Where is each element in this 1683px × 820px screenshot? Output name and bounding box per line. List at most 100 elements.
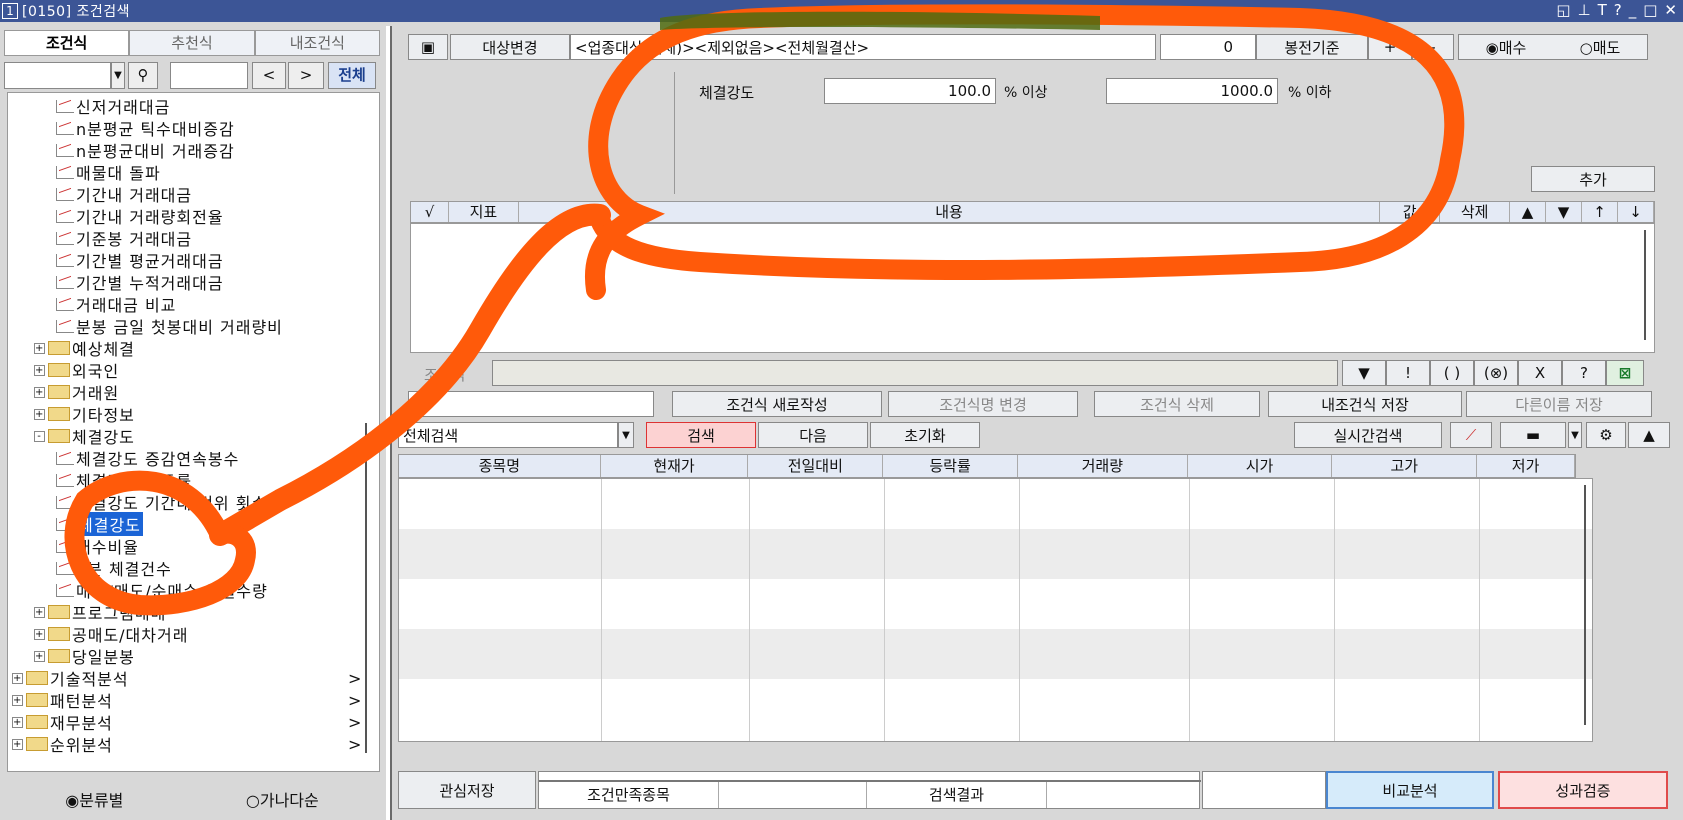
expand-icon[interactable]: + — [34, 386, 45, 398]
formula-dropdown-button[interactable]: ▼ — [1342, 360, 1386, 386]
col-low[interactable]: 저가 — [1477, 455, 1575, 477]
pin-icon[interactable]: ⊥ — [1578, 1, 1591, 19]
col-price[interactable]: 현재가 — [601, 455, 749, 477]
move-up-button[interactable]: ↑ — [1582, 202, 1618, 222]
radio-alpha[interactable]: ○가나다순 — [246, 787, 319, 811]
col-open[interactable]: 시가 — [1188, 455, 1333, 477]
new-condition-button[interactable]: 조건식 새로작성 — [672, 391, 882, 417]
tree-leaf[interactable]: 기간내 거래대금 — [56, 183, 192, 205]
chevron-down-icon[interactable]: ▼ — [1568, 422, 1582, 448]
col-check[interactable]: √ — [411, 202, 449, 222]
tree-folder[interactable]: + 예상체결 — [34, 337, 135, 359]
col-indicator[interactable]: 지표 — [449, 202, 519, 222]
tree-scrollbar[interactable] — [365, 423, 375, 753]
verify-button[interactable]: 성과검증 — [1498, 771, 1668, 809]
tree-folder[interactable]: + 거래원 — [34, 381, 119, 403]
reset-button[interactable]: 초기화 — [870, 422, 980, 448]
tree-leaf[interactable]: 매수비율 — [56, 535, 139, 557]
grid-scrollbar[interactable] — [1644, 230, 1646, 340]
result-scrollbar[interactable] — [1584, 485, 1586, 725]
tab-satisfied[interactable]: 조건만족종목 — [539, 782, 719, 808]
tree-leaf[interactable]: 체결강도 증감연속봉수 — [56, 447, 239, 469]
realtime-search-button[interactable]: 실시간검색 — [1294, 422, 1442, 448]
col-delete[interactable]: 삭제 — [1440, 202, 1511, 222]
radio-buy[interactable]: ◉매수 — [1486, 37, 1527, 58]
target-change-button[interactable]: 대상변경 — [450, 34, 570, 60]
tree-folder[interactable]: + 패턴분석 > — [12, 689, 361, 711]
collapse-icon[interactable]: - — [34, 430, 45, 442]
next-button[interactable]: > — [288, 62, 324, 89]
move-down-button[interactable]: ↓ — [1618, 202, 1654, 222]
tree-leaf[interactable]: 기간내 거래량회전율 — [56, 205, 224, 227]
help-icon[interactable]: ? — [1614, 1, 1622, 19]
plus-button[interactable]: + — [1368, 34, 1412, 60]
collapse-icon[interactable]: ▲ — [1628, 422, 1670, 448]
tree-folder[interactable]: + 기타정보 — [34, 403, 135, 425]
strength-min-input[interactable]: 100.0 — [824, 78, 996, 104]
tree-leaf[interactable]: 체결강도 — [56, 512, 143, 536]
tree-folder[interactable]: + 공매도/대차거래 — [34, 623, 188, 645]
save-favorite-button[interactable]: 관심저장 — [398, 771, 536, 809]
basis-button[interactable]: 봉전기준 — [1256, 34, 1368, 60]
expand-icon[interactable]: + — [34, 408, 45, 420]
xor-button[interactable]: (⊗) — [1474, 360, 1518, 386]
chevron-down-icon[interactable]: ▼ — [618, 422, 634, 448]
gear-icon[interactable]: ⚙ — [1586, 422, 1626, 448]
tree-leaf[interactable]: n분평균 틱수대비증감 — [56, 117, 235, 139]
col-volume[interactable]: 거래량 — [1018, 455, 1188, 477]
tree-leaf[interactable]: 기준봉 거래대금 — [56, 227, 192, 249]
help-button[interactable]: ? — [1562, 360, 1606, 386]
font-icon[interactable]: T — [1598, 1, 1607, 19]
maximize-icon[interactable]: □ — [1643, 1, 1657, 19]
clear-button[interactable]: X — [1518, 360, 1562, 386]
search-combo[interactable] — [4, 62, 111, 89]
all-button[interactable]: 전체 — [328, 62, 376, 89]
tree-folder[interactable]: + 외국인 — [34, 359, 119, 381]
radio-sell[interactable]: ○매도 — [1580, 37, 1621, 58]
tree-leaf[interactable]: n분 체결건수 — [56, 557, 172, 579]
tree-leaf[interactable]: 매수/매도/순매수 체결수량 — [56, 579, 268, 601]
search-scope-select[interactable]: 전체검색 — [398, 422, 618, 448]
search-input[interactable] — [170, 62, 248, 89]
minus-button[interactable]: - — [1412, 34, 1454, 60]
not-button[interactable]: ! — [1386, 360, 1430, 386]
paren-button[interactable]: ( ) — [1430, 360, 1474, 386]
expand-icon[interactable]: + — [34, 628, 45, 640]
formula-input[interactable] — [492, 360, 1338, 386]
rename-condition-button[interactable]: 조건식명 변경 — [888, 391, 1078, 417]
expand-icon[interactable]: + — [34, 342, 45, 354]
radio-category[interactable]: ◉분류별 — [65, 787, 123, 811]
condition-name-input[interactable] — [408, 391, 654, 417]
tree-folder[interactable]: + 재무분석 > — [12, 711, 361, 733]
tree-folder[interactable]: + 순위분석 > — [12, 733, 361, 755]
expand-icon[interactable]: + — [34, 364, 45, 376]
minus-icon[interactable]: ▬ — [1500, 422, 1566, 448]
move-top-button[interactable]: ▲ — [1510, 202, 1547, 222]
tree-leaf[interactable]: 기간별 누적거래대금 — [56, 271, 224, 293]
search-icon[interactable]: ⚲ — [128, 62, 158, 89]
tree-leaf[interactable]: 매물대 돌파 — [56, 161, 161, 183]
expand-icon[interactable]: + — [12, 738, 23, 750]
close-icon[interactable]: ✕ — [1664, 1, 1677, 19]
chevron-down-icon[interactable]: ▼ — [111, 62, 125, 89]
save-as-button[interactable]: 다른이름 저장 — [1466, 391, 1652, 417]
tree-leaf[interactable]: n분평균대비 거래증감 — [56, 139, 235, 161]
tree-leaf[interactable]: 분봉 금일 첫봉대비 거래량비 — [56, 315, 283, 337]
minimize-icon[interactable]: _ — [1629, 1, 1637, 19]
strength-max-input[interactable]: 1000.0 — [1106, 78, 1278, 104]
tab-recommend[interactable]: 추천식 — [129, 30, 255, 56]
tab-condition[interactable]: 조건식 — [4, 30, 130, 56]
add-button[interactable]: 추가 — [1531, 166, 1655, 192]
col-value[interactable]: 값 — [1380, 202, 1441, 222]
expand-icon[interactable]: + — [34, 606, 45, 618]
search-button[interactable]: 검색 — [646, 422, 756, 448]
tree-folder[interactable]: - 체결강도 — [34, 425, 135, 447]
candle-count-input[interactable]: 0 — [1160, 34, 1256, 60]
next-search-button[interactable]: 다음 — [758, 422, 868, 448]
tree-folder[interactable]: + 프로그램매매 — [34, 601, 166, 623]
tree-folder[interactable]: + 기술적분석 > — [12, 667, 361, 689]
move-bottom-button[interactable]: ▼ — [1546, 202, 1583, 222]
col-name[interactable]: 종목명 — [399, 455, 601, 477]
expand-icon[interactable]: + — [34, 650, 45, 662]
excel-icon[interactable]: ⊠ — [1606, 360, 1644, 386]
